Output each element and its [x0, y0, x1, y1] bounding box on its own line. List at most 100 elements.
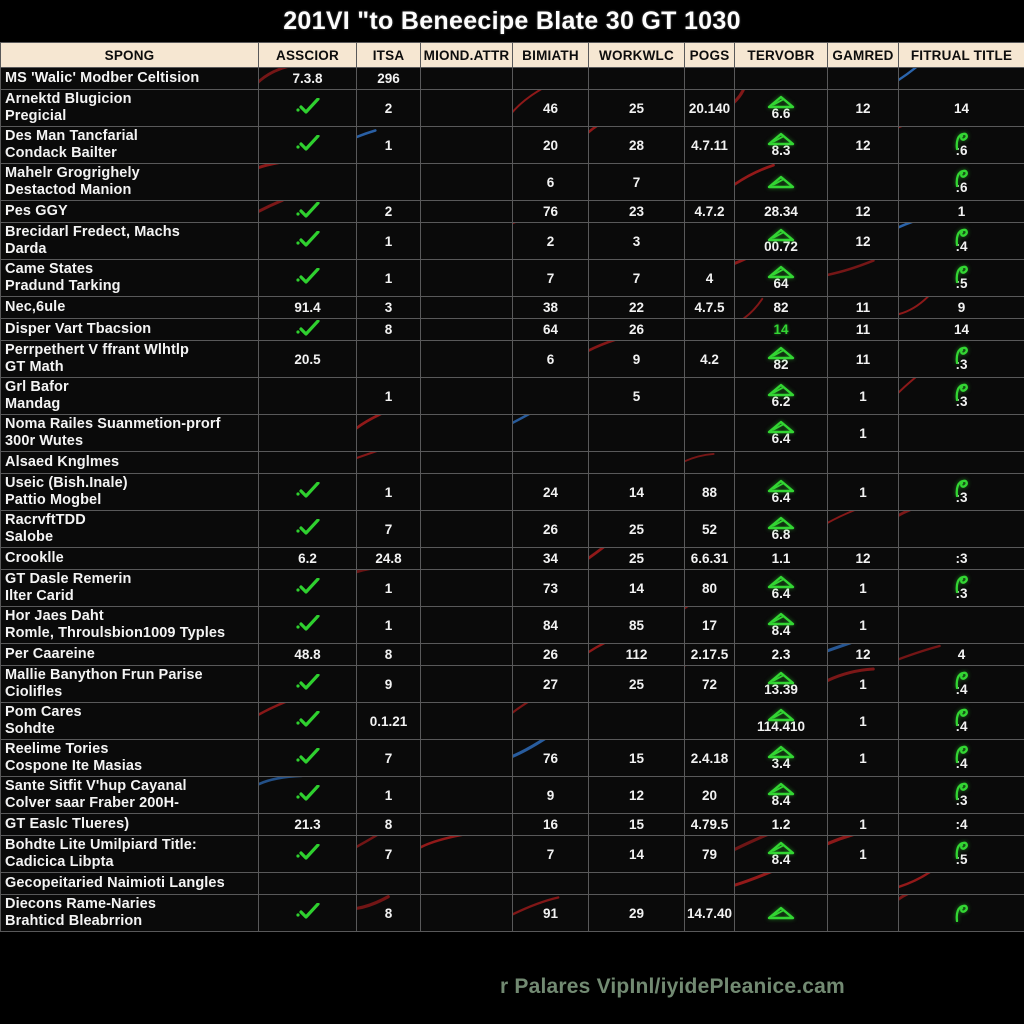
cell-itsa[interactable]: 8 [356, 318, 421, 341]
cell-asscior[interactable]: 6.2 [258, 547, 357, 570]
cell-gamred[interactable]: 12 [827, 89, 899, 127]
cell-workwc[interactable]: 14 [588, 473, 685, 511]
cell-mionda[interactable] [420, 451, 513, 474]
cell-titleru[interactable] [898, 894, 1024, 932]
cell-workwc[interactable]: 15 [588, 813, 685, 836]
cell-pogs[interactable]: 2.4.18 [684, 739, 735, 777]
cell-titleru[interactable] [898, 414, 1024, 452]
cell-pogs[interactable]: 14.7.40 [684, 894, 735, 932]
table-row[interactable]: Reelime Tories Cospone Ite Masias 7 76 15 2.4… [0, 739, 1024, 777]
row-label[interactable]: Gecopeitaried Naimioti Langles [0, 872, 259, 895]
cell-pogs[interactable] [684, 163, 735, 201]
column-header-mionda[interactable]: MIOND.ATTR [420, 42, 513, 68]
cell-titleru[interactable]: :4 [898, 739, 1024, 777]
cell-gamred[interactable]: 1 [827, 665, 899, 703]
cell-workwc[interactable]: 9 [588, 340, 685, 378]
cell-bimiath[interactable]: 46 [512, 89, 589, 127]
cell-titleru[interactable]: 9 [898, 296, 1024, 319]
cell-bimiath[interactable]: 27 [512, 665, 589, 703]
table-row[interactable]: Bohdte Lite Umilpiard Title: Cadicica Lib… [0, 835, 1024, 873]
cell-titleru[interactable]: :3 [898, 377, 1024, 415]
cell-titleru[interactable]: 4 [898, 643, 1024, 666]
cell-pogs[interactable] [684, 414, 735, 452]
cell-asscior[interactable] [258, 163, 357, 201]
cell-workwc[interactable]: 14 [588, 835, 685, 873]
cell-asscior[interactable] [258, 665, 357, 703]
row-label[interactable]: Hor Jaes Daht Romle, Throulsbion1009 Typl… [0, 606, 259, 644]
cell-gamred[interactable]: 1 [827, 377, 899, 415]
cell-tervobr[interactable]: 114.410 [734, 702, 828, 740]
table-row[interactable]: Nec,6ule 91.4 3 38 22 4.7.5 82 11 9 [0, 296, 1024, 319]
cell-titleru[interactable]: :3 [898, 569, 1024, 607]
row-label[interactable]: Bohdte Lite Umilpiard Title: Cadicica Lib… [0, 835, 259, 873]
row-label[interactable]: Useic (Bish.Inale) Pattio Mogbel [0, 473, 259, 511]
cell-pogs[interactable]: 20.140 [684, 89, 735, 127]
cell-titleru[interactable]: :5 [898, 259, 1024, 297]
cell-gamred[interactable] [827, 776, 899, 814]
table-row[interactable]: GT Dasle Remerin Ilter Carid 1 73 14 80 6.4 1:3 [0, 569, 1024, 607]
cell-titleru[interactable]: :3 [898, 547, 1024, 570]
column-header-bimiath[interactable]: BIMIATH [512, 42, 589, 68]
row-label[interactable]: Arnektd Blugicion Pregicial [0, 89, 259, 127]
cell-workwc[interactable]: 22 [588, 296, 685, 319]
cell-workwc[interactable]: 7 [588, 259, 685, 297]
cell-workwc[interactable]: 14 [588, 569, 685, 607]
cell-gamred[interactable]: 1 [827, 414, 899, 452]
row-label[interactable]: Grl Bafor Mandag [0, 377, 259, 415]
cell-workwc[interactable]: 5 [588, 377, 685, 415]
cell-titleru[interactable] [898, 451, 1024, 474]
cell-titleru[interactable]: :4 [898, 702, 1024, 740]
cell-gamred[interactable] [827, 872, 899, 895]
cell-tervobr[interactable]: 28.34 [734, 200, 828, 223]
cell-titleru[interactable]: :3 [898, 776, 1024, 814]
cell-mionda[interactable] [420, 739, 513, 777]
cell-bimiath[interactable]: 73 [512, 569, 589, 607]
cell-mionda[interactable] [420, 813, 513, 836]
cell-mionda[interactable] [420, 318, 513, 341]
cell-asscior[interactable] [258, 222, 357, 260]
cell-itsa[interactable]: 1 [356, 776, 421, 814]
cell-asscior[interactable]: 21.3 [258, 813, 357, 836]
cell-itsa[interactable]: 8 [356, 894, 421, 932]
cell-workwc[interactable]: 3 [588, 222, 685, 260]
cell-asscior[interactable]: 91.4 [258, 296, 357, 319]
cell-tervobr[interactable]: 6.8 [734, 510, 828, 548]
cell-gamred[interactable]: 12 [827, 200, 899, 223]
row-label[interactable]: MS 'Walic' Modber Celtision [0, 67, 259, 90]
cell-mionda[interactable] [420, 163, 513, 201]
cell-tervobr[interactable]: 6.6 [734, 89, 828, 127]
cell-bimiath[interactable]: 76 [512, 200, 589, 223]
table-row[interactable]: Useic (Bish.Inale) Pattio Mogbel 1 24 14 88 6.… [0, 473, 1024, 511]
cell-titleru[interactable]: :3 [898, 340, 1024, 378]
cell-tervobr[interactable]: 82 [734, 296, 828, 319]
cell-titleru[interactable]: :6 [898, 126, 1024, 164]
cell-bimiath[interactable] [512, 67, 589, 90]
cell-asscior[interactable] [258, 200, 357, 223]
cell-asscior[interactable] [258, 776, 357, 814]
cell-asscior[interactable] [258, 414, 357, 452]
cell-itsa[interactable]: 9 [356, 665, 421, 703]
cell-mionda[interactable] [420, 222, 513, 260]
cell-asscior[interactable]: 20.5 [258, 340, 357, 378]
cell-pogs[interactable]: 4.79.5 [684, 813, 735, 836]
column-header-itsa[interactable]: ITSA [356, 42, 421, 68]
cell-gamred[interactable]: 1 [827, 473, 899, 511]
cell-workwc[interactable]: 25 [588, 89, 685, 127]
cell-asscior[interactable] [258, 318, 357, 341]
cell-mionda[interactable] [420, 665, 513, 703]
cell-itsa[interactable]: 2 [356, 89, 421, 127]
cell-gamred[interactable]: 1 [827, 606, 899, 644]
cell-gamred[interactable] [827, 510, 899, 548]
cell-itsa[interactable]: 7 [356, 510, 421, 548]
cell-workwc[interactable]: 25 [588, 665, 685, 703]
cell-pogs[interactable]: 20 [684, 776, 735, 814]
cell-tervobr[interactable]: 82 [734, 340, 828, 378]
table-row[interactable]: GT Easlc Tlueres) 21.3 8 16 15 4.79.5 1.2 1:4 [0, 813, 1024, 836]
cell-titleru[interactable]: :6 [898, 163, 1024, 201]
row-label[interactable]: Sante Sitfit V'hup Cayanal Colver saar Fr… [0, 776, 259, 814]
cell-bimiath[interactable] [512, 872, 589, 895]
cell-pogs[interactable]: 80 [684, 569, 735, 607]
row-label[interactable]: Pom Cares Sohdte [0, 702, 259, 740]
cell-workwc[interactable]: 12 [588, 776, 685, 814]
cell-pogs[interactable] [684, 702, 735, 740]
